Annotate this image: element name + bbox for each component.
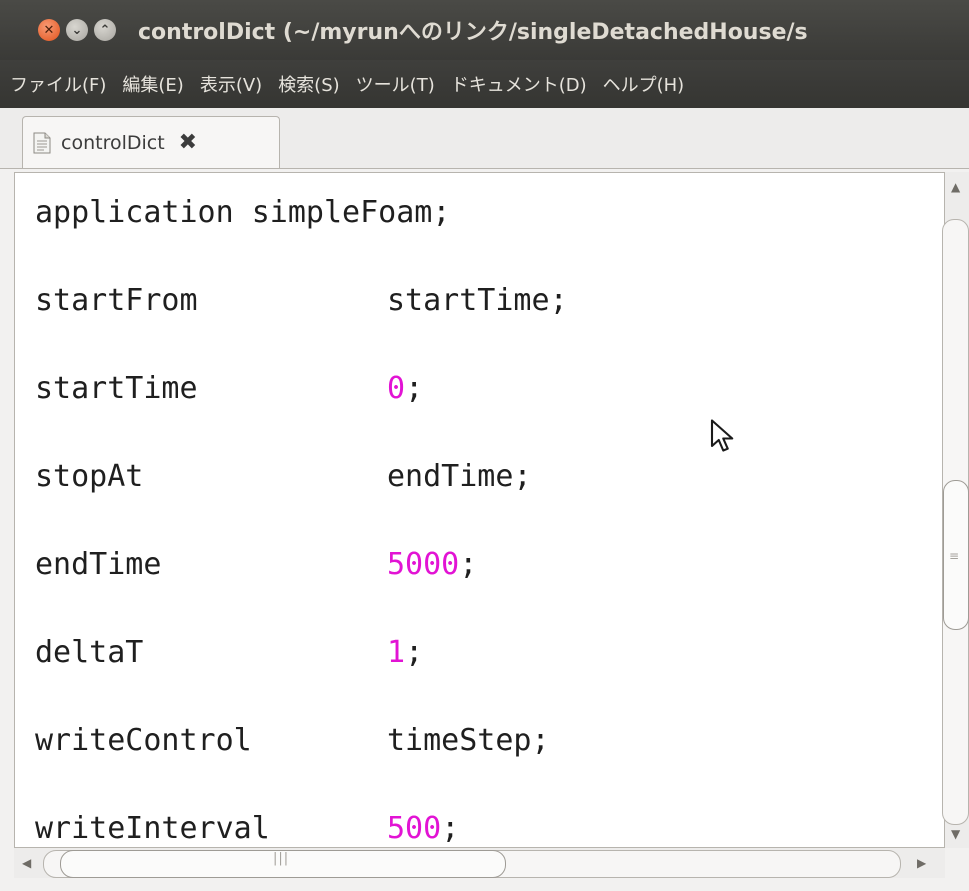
menu-documents[interactable]: ドキュメント(D) (451, 71, 587, 97)
code-line: deltaT 1; (35, 623, 450, 711)
maximize-icon: ⌃ (99, 22, 111, 38)
semicolon: ; (459, 547, 478, 582)
scroll-left-arrow-icon[interactable]: ◀ (22, 856, 31, 870)
number-value: 0 (387, 371, 406, 406)
text-editor-area[interactable]: application simpleFoam; startFrom startTi… (14, 172, 945, 848)
number-value: 500 (387, 811, 442, 846)
code-value: 5000; (387, 535, 477, 595)
value-text: startTime (387, 283, 550, 318)
code-value: 1; (387, 623, 423, 683)
maximize-window-button[interactable]: ⌃ (94, 19, 116, 41)
close-icon: ✕ (43, 22, 55, 38)
tab-strip: controlDict ✖ (0, 108, 969, 169)
minimize-icon: ⌄ (71, 22, 83, 38)
code-line: startFrom startTime; (35, 271, 568, 359)
code-key: writeInterval (35, 811, 270, 846)
code-key: writeControl (35, 723, 252, 758)
semicolon: ; (405, 635, 424, 670)
minimize-window-button[interactable]: ⌄ (66, 19, 88, 41)
menu-file[interactable]: ファイル(F) (10, 71, 106, 97)
menu-edit[interactable]: 編集(E) (122, 71, 183, 97)
text-file-icon (33, 132, 51, 153)
code-line: application simpleFoam; (35, 183, 450, 271)
code-line: startTime 0; (35, 359, 450, 447)
horizontal-grip-icon: ||| (273, 851, 290, 866)
menu-view[interactable]: 表示(V) (200, 71, 262, 97)
code-value: 0; (387, 359, 423, 419)
number-value: 5000 (387, 547, 460, 582)
semicolon: ; (513, 459, 532, 494)
code-value: endTime; (387, 447, 532, 507)
scroll-down-arrow-icon[interactable]: ▼ (951, 827, 960, 841)
code-line: writeInterval 500; (35, 799, 459, 847)
code-value: 500; (387, 799, 460, 847)
code-view[interactable]: application simpleFoam; startFrom startTi… (35, 183, 568, 847)
vertical-grip-icon: ≡ (949, 549, 960, 563)
semicolon: ; (531, 723, 550, 758)
scroll-up-arrow-icon[interactable]: ▲ (951, 180, 960, 194)
code-value: startTime; (387, 271, 568, 331)
code-text: application simpleFoam; (35, 195, 451, 230)
menu-help[interactable]: ヘルプ(H) (603, 71, 685, 97)
code-key: startTime (35, 371, 198, 406)
tab-controlDict[interactable]: controlDict ✖ (22, 116, 280, 168)
semicolon: ; (549, 283, 568, 318)
scroll-right-arrow-icon[interactable]: ▶ (917, 856, 926, 870)
menu-bar: ファイル(F) 編集(E) 表示(V) 検索(S) ツール(T) ドキュメント(… (0, 60, 969, 108)
value-text: timeStep (387, 723, 532, 758)
code-value: timeStep; (387, 711, 550, 771)
code-line: stopAt endTime; (35, 447, 532, 535)
code-line: endTime 5000; (35, 535, 477, 623)
code-key: deltaT (35, 635, 144, 670)
tab-close-icon[interactable]: ✖ (179, 130, 197, 155)
semicolon: ; (441, 811, 460, 846)
code-key: stopAt (35, 459, 144, 494)
window-controls: ✕ ⌄ ⌃ (38, 19, 116, 41)
code-key: startFrom (35, 283, 198, 318)
menu-tools[interactable]: ツール(T) (356, 71, 435, 97)
mouse-pointer-icon (710, 419, 734, 452)
code-key: endTime (35, 547, 162, 582)
title-bar[interactable]: ✕ ⌄ ⌃ controlDict (~/myrunへのリンク/singleDe… (0, 0, 969, 60)
menu-search[interactable]: 検索(S) (278, 71, 339, 97)
window-title: controlDict (~/myrunへのリンク/singleDetached… (138, 20, 808, 45)
close-window-button[interactable]: ✕ (38, 19, 60, 41)
semicolon: ; (405, 371, 424, 406)
value-text: endTime (387, 459, 514, 494)
code-line: writeControl timeStep; (35, 711, 550, 799)
gedit-window: ✕ ⌄ ⌃ controlDict (~/myrunへのリンク/singleDe… (0, 0, 969, 891)
tab-label: controlDict (61, 131, 165, 154)
number-value: 1 (387, 635, 406, 670)
